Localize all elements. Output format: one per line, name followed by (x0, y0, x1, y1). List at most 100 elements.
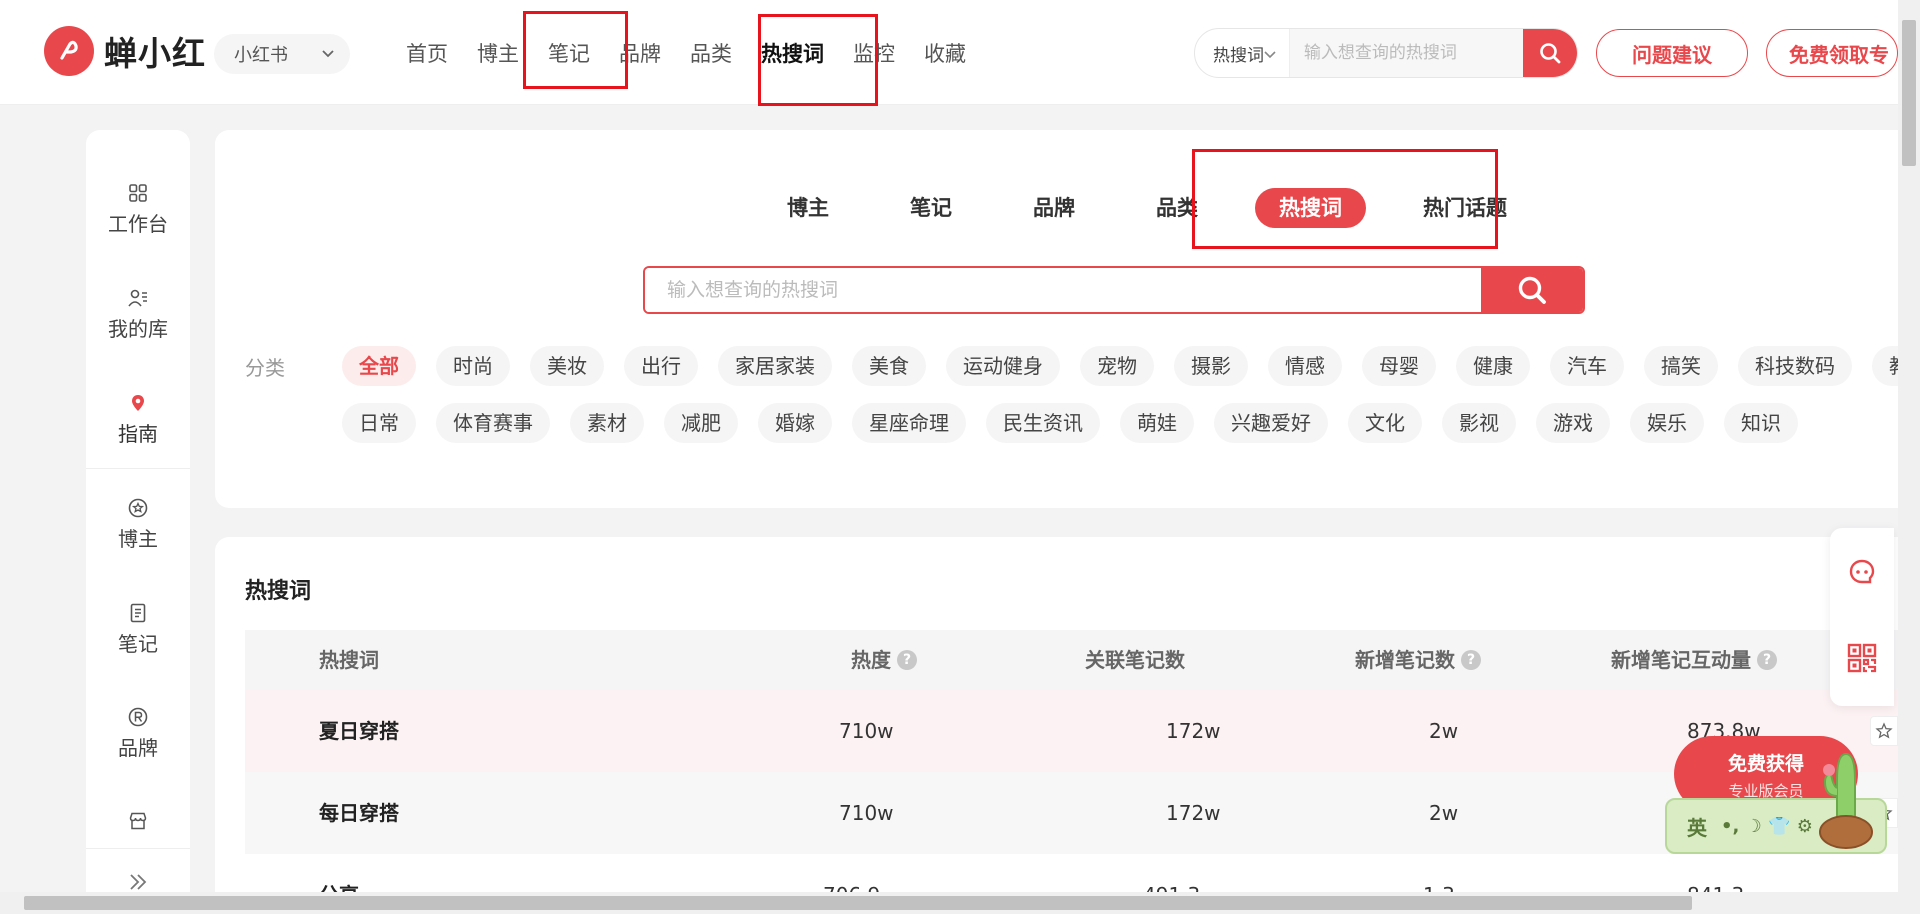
category-chip[interactable]: 美食 (852, 346, 926, 386)
logo-text: 蝉小红 (104, 34, 206, 73)
horizontal-scrollbar[interactable] (0, 892, 1920, 914)
customer-service-button[interactable] (1830, 556, 1894, 588)
category-chip[interactable]: 素材 (570, 403, 644, 443)
category-chip[interactable]: 知识 (1724, 403, 1798, 443)
ime-symbols: •, ☽ 👕 ⚙ (1721, 815, 1813, 837)
category-chip[interactable]: 摄影 (1174, 346, 1248, 386)
search-type-select[interactable]: 热搜词 (1195, 29, 1290, 77)
category-chip[interactable]: 星座命理 (852, 403, 966, 443)
category-chip[interactable]: 民生资讯 (986, 403, 1100, 443)
sidebar-item-label: 博主 (118, 527, 158, 551)
column-header-new-notes[interactable]: 新增笔记数 ? (1355, 630, 1481, 690)
section-title: 热搜词 (245, 579, 312, 604)
nav-home[interactable]: 首页 (394, 0, 460, 105)
ime-language-label: 英 (1687, 815, 1707, 840)
category-chip[interactable]: 影视 (1442, 403, 1516, 443)
category-chip[interactable]: 娱乐 (1630, 403, 1704, 443)
category-chip[interactable]: 减肥 (664, 403, 738, 443)
help-icon[interactable]: ? (897, 650, 917, 670)
category-chip[interactable]: 游戏 (1536, 403, 1610, 443)
category-chip[interactable]: 科技数码 (1738, 346, 1852, 386)
sidebar-item-brands[interactable]: 品牌 (86, 706, 190, 761)
cell-keyword[interactable]: 每日穿搭 (319, 772, 399, 854)
star-icon (1875, 722, 1893, 739)
sidebar-item-bloggers[interactable]: 博主 (86, 497, 190, 552)
category-chip[interactable]: 运动健身 (946, 346, 1060, 386)
main-search-button[interactable] (1481, 268, 1583, 312)
vertical-scrollbar[interactable] (1898, 0, 1920, 892)
category-row-2: 日常 体育赛事 素材 减肥 婚嫁 星座命理 民生资讯 萌娃 兴趣爱好 文化 影视… (342, 403, 1818, 443)
category-chip[interactable]: 美妆 (530, 346, 604, 386)
column-header-label: 新增笔记互动量 (1611, 648, 1751, 672)
nav-categories[interactable]: 品类 (678, 0, 744, 105)
sidebar-item-store[interactable] (86, 810, 190, 836)
sidebar-item-notes[interactable]: 笔记 (86, 602, 190, 657)
search-icon (1518, 276, 1546, 304)
main-search-input[interactable] (645, 268, 1481, 312)
category-chip[interactable]: 汽车 (1550, 346, 1624, 386)
sidebar-item-guide[interactable]: 指南 (86, 392, 190, 447)
category-chip[interactable]: 健康 (1456, 346, 1530, 386)
category-chip[interactable]: 母婴 (1362, 346, 1436, 386)
category-chip[interactable]: 时尚 (436, 346, 510, 386)
category-chip[interactable]: 文化 (1348, 403, 1422, 443)
category-chip[interactable]: 家居家装 (718, 346, 832, 386)
table-row[interactable]: 每日穿搭 710w 172w 2w (245, 772, 1898, 854)
hot-search-table-card: 热搜词 热搜词 热度 ? 关联笔记数 新增笔记数 ? 新增笔记互动量 ? 夏日穿… (215, 537, 1898, 914)
cell-new-notes: 2w (1429, 719, 1459, 743)
column-header-label: 新增笔记数 (1355, 648, 1455, 672)
chevron-down-icon (1264, 51, 1276, 59)
sidebar-item-workbench[interactable]: 工作台 (86, 182, 190, 237)
nav-monitor[interactable]: 监控 (841, 0, 907, 105)
sidebar-item-label: 品牌 (118, 736, 158, 760)
qr-code-icon (1847, 643, 1877, 673)
tab-hot-topics[interactable]: 热门话题 (1399, 188, 1531, 228)
table-row[interactable]: 夏日穿搭 710w 172w 2w 873.8w (245, 690, 1898, 772)
search-icon (1540, 43, 1561, 64)
column-header-related-notes[interactable]: 关联笔记数 (1085, 630, 1185, 690)
help-icon[interactable]: ? (1757, 650, 1777, 670)
category-chip[interactable]: 兴趣爱好 (1214, 403, 1328, 443)
platform-select[interactable]: 小红书 (214, 34, 350, 74)
chevron-down-icon (322, 50, 334, 58)
header-search-input[interactable] (1289, 29, 1523, 77)
help-icon[interactable]: ? (1461, 650, 1481, 670)
tab-hot-search[interactable]: 热搜词 (1255, 188, 1366, 228)
column-header-keyword[interactable]: 热搜词 (319, 630, 379, 690)
category-chip[interactable]: 情感 (1268, 346, 1342, 386)
column-header-heat[interactable]: 热度 ? (851, 630, 917, 690)
logo[interactable]: 蝉小红 (44, 26, 206, 76)
category-chip[interactable]: 宠物 (1080, 346, 1154, 386)
tab-bloggers[interactable]: 博主 (763, 188, 853, 228)
category-chip[interactable]: 体育赛事 (436, 403, 550, 443)
logo-icon (44, 26, 94, 76)
nav-brands[interactable]: 品牌 (607, 0, 673, 105)
vertical-scrollbar-thumb[interactable] (1902, 20, 1916, 166)
floating-tools (1830, 528, 1894, 706)
nav-bloggers[interactable]: 博主 (465, 0, 531, 105)
header-search-button[interactable] (1522, 29, 1577, 77)
feedback-button[interactable]: 问题建议 (1596, 29, 1748, 77)
category-chip[interactable]: 萌娃 (1120, 403, 1194, 443)
category-chip[interactable]: 日常 (342, 403, 416, 443)
nav-notes[interactable]: 笔记 (536, 0, 602, 105)
left-sidebar: 工作台 我的库 指南 博主 笔记 品牌 (86, 130, 190, 914)
tab-categories[interactable]: 品类 (1132, 188, 1222, 228)
nav-hot-search[interactable]: 热搜词 (749, 0, 836, 105)
category-chip[interactable]: 搞笑 (1644, 346, 1718, 386)
nav-favorites[interactable]: 收藏 (912, 0, 978, 105)
horizontal-scrollbar-thumb[interactable] (24, 896, 1692, 910)
qr-code-button[interactable] (1830, 642, 1894, 674)
cell-keyword[interactable]: 夏日穿搭 (319, 690, 399, 772)
tab-brands[interactable]: 品牌 (1009, 188, 1099, 228)
store-icon (129, 812, 147, 830)
free-trial-button[interactable]: 免费领取专 (1766, 29, 1898, 77)
tab-notes[interactable]: 笔记 (886, 188, 976, 228)
column-header-new-interactions[interactable]: 新增笔记互动量 ? (1611, 630, 1777, 690)
input-method-toolbar[interactable]: 英 •, ☽ 👕 ⚙ (1665, 752, 1887, 854)
category-chip[interactable]: 出行 (624, 346, 698, 386)
category-chip-all[interactable]: 全部 (342, 346, 416, 386)
sidebar-item-library[interactable]: 我的库 (86, 287, 190, 342)
grid-icon (129, 184, 147, 202)
category-chip[interactable]: 婚嫁 (758, 403, 832, 443)
